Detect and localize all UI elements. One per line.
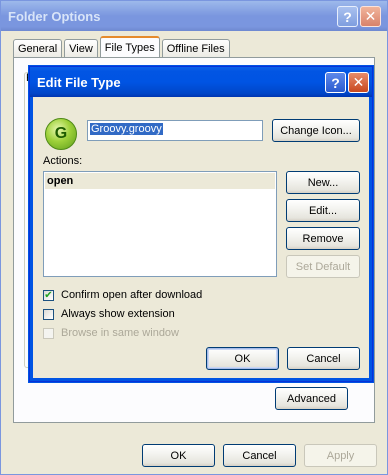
groovy-file-icon: G bbox=[45, 118, 77, 150]
actions-label: Actions: bbox=[43, 155, 83, 167]
help-icon[interactable]: ? bbox=[337, 6, 358, 27]
confirm-open-label: Confirm open after download bbox=[61, 289, 203, 301]
dialog-help-icon[interactable]: ? bbox=[325, 72, 346, 93]
checkbox-box-icon[interactable] bbox=[43, 327, 54, 339]
file-type-name-value: Groovy.groovy bbox=[90, 123, 163, 135]
outer-apply-button[interactable]: Apply bbox=[304, 444, 377, 467]
always-show-extension-label: Always show extension bbox=[61, 308, 175, 320]
list-item[interactable]: open bbox=[45, 173, 275, 189]
folder-options-title: Folder Options bbox=[8, 8, 101, 24]
tab-general[interactable]: General bbox=[13, 39, 63, 57]
file-type-name-field[interactable]: Groovy.groovy bbox=[87, 120, 263, 141]
close-icon[interactable]: ✕ bbox=[360, 6, 381, 27]
remove-action-button[interactable]: Remove bbox=[286, 227, 360, 250]
dialog-close-icon[interactable]: ✕ bbox=[348, 72, 369, 93]
advanced-button[interactable]: Advanced bbox=[275, 387, 348, 410]
edit-file-type-dialog: Edit File Type ? ✕ G Groovy.groovy Chang… bbox=[29, 66, 373, 382]
change-icon-button[interactable]: Change Icon... bbox=[272, 119, 360, 142]
new-action-button[interactable]: New... bbox=[286, 171, 360, 194]
tab-file-types[interactable]: File Types bbox=[99, 36, 160, 57]
edit-action-button[interactable]: Edit... bbox=[286, 199, 360, 222]
browse-same-window-label: Browse in same window bbox=[61, 327, 179, 339]
tab-view[interactable]: View bbox=[64, 39, 98, 57]
folder-options-titlebar[interactable]: Folder Options ? ✕ bbox=[1, 1, 387, 31]
actions-listbox[interactable]: open bbox=[43, 171, 277, 277]
browse-same-window-checkbox[interactable]: Browse in same window bbox=[43, 327, 179, 339]
edit-file-type-title: Edit File Type bbox=[37, 74, 121, 90]
set-default-button[interactable]: Set Default bbox=[286, 255, 360, 278]
checkbox-box-icon[interactable] bbox=[43, 308, 54, 320]
dialog-cancel-button[interactable]: Cancel bbox=[287, 347, 360, 370]
always-show-extension-checkbox[interactable]: Always show extension bbox=[43, 308, 175, 320]
checkmark-icon[interactable]: ✔ bbox=[43, 289, 54, 301]
confirm-open-checkbox[interactable]: ✔ Confirm open after download bbox=[43, 289, 202, 301]
tab-strip: General View File Types Offline Files bbox=[13, 36, 232, 57]
dialog-ok-button[interactable]: OK bbox=[206, 347, 279, 370]
tab-offline-files[interactable]: Offline Files bbox=[161, 39, 230, 57]
outer-cancel-button[interactable]: Cancel bbox=[223, 444, 296, 467]
edit-file-type-titlebar[interactable]: Edit File Type ? ✕ bbox=[30, 67, 372, 97]
outer-ok-button[interactable]: OK bbox=[142, 444, 215, 467]
